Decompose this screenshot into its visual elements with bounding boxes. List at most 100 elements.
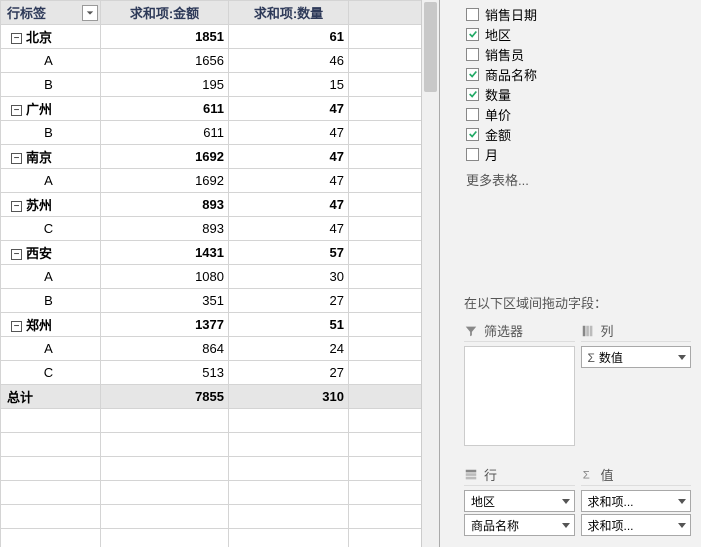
value-cell[interactable]: 513: [101, 361, 229, 385]
value-cell[interactable]: 51: [229, 313, 349, 337]
table-row[interactable]: −郑州137751: [1, 313, 422, 337]
checkbox[interactable]: [466, 148, 479, 161]
value-cell[interactable]: 30: [229, 265, 349, 289]
value-cell[interactable]: 46: [229, 49, 349, 73]
field-item[interactable]: 销售员: [464, 44, 691, 64]
table-row[interactable]: A165646: [1, 49, 422, 73]
table-row[interactable]: C51327: [1, 361, 422, 385]
zone-pill[interactable]: 商品名称: [464, 514, 575, 536]
row-label-dropdown[interactable]: [82, 5, 98, 21]
table-row[interactable]: −广州61147: [1, 97, 422, 121]
chevron-down-icon[interactable]: [562, 523, 570, 528]
table-row[interactable]: −南京169247: [1, 145, 422, 169]
empty-row[interactable]: [1, 505, 422, 529]
zone-pill[interactable]: 求和项...: [581, 490, 692, 512]
row-label-cell[interactable]: −北京: [1, 25, 101, 49]
row-label-cell[interactable]: A: [1, 49, 101, 73]
collapse-icon[interactable]: −: [11, 105, 22, 116]
table-row[interactable]: B61147: [1, 121, 422, 145]
value-cell[interactable]: 27: [229, 289, 349, 313]
field-item[interactable]: 金额: [464, 124, 691, 144]
value-cell[interactable]: 351: [101, 289, 229, 313]
collapse-icon[interactable]: −: [11, 153, 22, 164]
row-label-cell[interactable]: C: [1, 217, 101, 241]
header-sum-qty[interactable]: 求和项:数量: [229, 1, 349, 25]
checkbox[interactable]: [466, 28, 479, 41]
value-cell[interactable]: 47: [229, 121, 349, 145]
more-tables-link[interactable]: 更多表格...: [464, 170, 691, 189]
row-label-cell[interactable]: B: [1, 73, 101, 97]
field-item[interactable]: 地区: [464, 24, 691, 44]
value-cell[interactable]: 15: [229, 73, 349, 97]
value-cell[interactable]: 1656: [101, 49, 229, 73]
table-row[interactable]: −西安143157: [1, 241, 422, 265]
table-row[interactable]: A86424: [1, 337, 422, 361]
empty-row[interactable]: [1, 409, 422, 433]
row-label-cell[interactable]: −郑州: [1, 313, 101, 337]
field-item[interactable]: 商品名称: [464, 64, 691, 84]
filter-zone[interactable]: 筛选器: [464, 322, 575, 446]
row-label-cell[interactable]: A: [1, 169, 101, 193]
chevron-down-icon[interactable]: [678, 355, 686, 360]
table-row[interactable]: −苏州89347: [1, 193, 422, 217]
value-cell[interactable]: 1692: [101, 145, 229, 169]
zone-pill[interactable]: 地区: [464, 490, 575, 512]
chevron-down-icon[interactable]: [678, 523, 686, 528]
row-label-cell[interactable]: B: [1, 121, 101, 145]
header-row-label[interactable]: 行标签: [1, 1, 101, 25]
vertical-scrollbar[interactable]: [421, 0, 439, 547]
table-row[interactable]: C89347: [1, 217, 422, 241]
checkbox[interactable]: [466, 128, 479, 141]
value-cell[interactable]: 47: [229, 193, 349, 217]
field-item[interactable]: 月: [464, 144, 691, 164]
value-cell[interactable]: 47: [229, 97, 349, 121]
value-cell[interactable]: 864: [101, 337, 229, 361]
collapse-icon[interactable]: −: [11, 249, 22, 260]
header-sum-amount[interactable]: 求和项:金额: [101, 1, 229, 25]
value-cell[interactable]: 1692: [101, 169, 229, 193]
value-cell[interactable]: 611: [101, 121, 229, 145]
chevron-down-icon[interactable]: [562, 499, 570, 504]
value-cell[interactable]: 1377: [101, 313, 229, 337]
value-cell[interactable]: 893: [101, 193, 229, 217]
column-zone-body[interactable]: Σ数值: [581, 346, 692, 374]
row-zone-body[interactable]: 地区商品名称: [464, 490, 575, 536]
zone-pill[interactable]: 求和项...: [581, 514, 692, 536]
column-zone[interactable]: 列 Σ数值: [581, 322, 692, 446]
row-label-cell[interactable]: C: [1, 361, 101, 385]
value-cell[interactable]: 893: [101, 217, 229, 241]
field-item[interactable]: 数量: [464, 84, 691, 104]
value-cell[interactable]: 1431: [101, 241, 229, 265]
empty-row[interactable]: [1, 481, 422, 505]
checkbox[interactable]: [466, 8, 479, 21]
value-cell[interactable]: 24: [229, 337, 349, 361]
pivot-table[interactable]: 行标签 求和项:金额 求和项:数量 −北京185161A165646B19515…: [0, 0, 421, 547]
checkbox[interactable]: [466, 68, 479, 81]
empty-row[interactable]: [1, 457, 422, 481]
empty-row[interactable]: [1, 433, 422, 457]
row-label-cell[interactable]: −南京: [1, 145, 101, 169]
table-row[interactable]: A169247: [1, 169, 422, 193]
collapse-icon[interactable]: −: [11, 33, 22, 44]
row-label-cell[interactable]: A: [1, 337, 101, 361]
row-label-cell[interactable]: A: [1, 265, 101, 289]
checkbox[interactable]: [466, 88, 479, 101]
value-zone-body[interactable]: 求和项...求和项...: [581, 490, 692, 536]
field-item[interactable]: 单价: [464, 104, 691, 124]
field-item[interactable]: 销售日期: [464, 4, 691, 24]
row-zone[interactable]: 行 地区商品名称: [464, 466, 575, 536]
table-row[interactable]: B35127: [1, 289, 422, 313]
row-label-cell[interactable]: −广州: [1, 97, 101, 121]
value-cell[interactable]: 611: [101, 97, 229, 121]
filter-zone-body[interactable]: [464, 346, 575, 446]
value-cell[interactable]: 1080: [101, 265, 229, 289]
value-cell[interactable]: 27: [229, 361, 349, 385]
collapse-icon[interactable]: −: [11, 321, 22, 332]
table-row[interactable]: B19515: [1, 73, 422, 97]
grand-total-row[interactable]: 总计7855310: [1, 385, 422, 409]
zone-pill[interactable]: Σ数值: [581, 346, 692, 368]
row-label-cell[interactable]: −西安: [1, 241, 101, 265]
table-row[interactable]: −北京185161: [1, 25, 422, 49]
chevron-down-icon[interactable]: [678, 499, 686, 504]
scrollbar-thumb[interactable]: [424, 2, 437, 92]
